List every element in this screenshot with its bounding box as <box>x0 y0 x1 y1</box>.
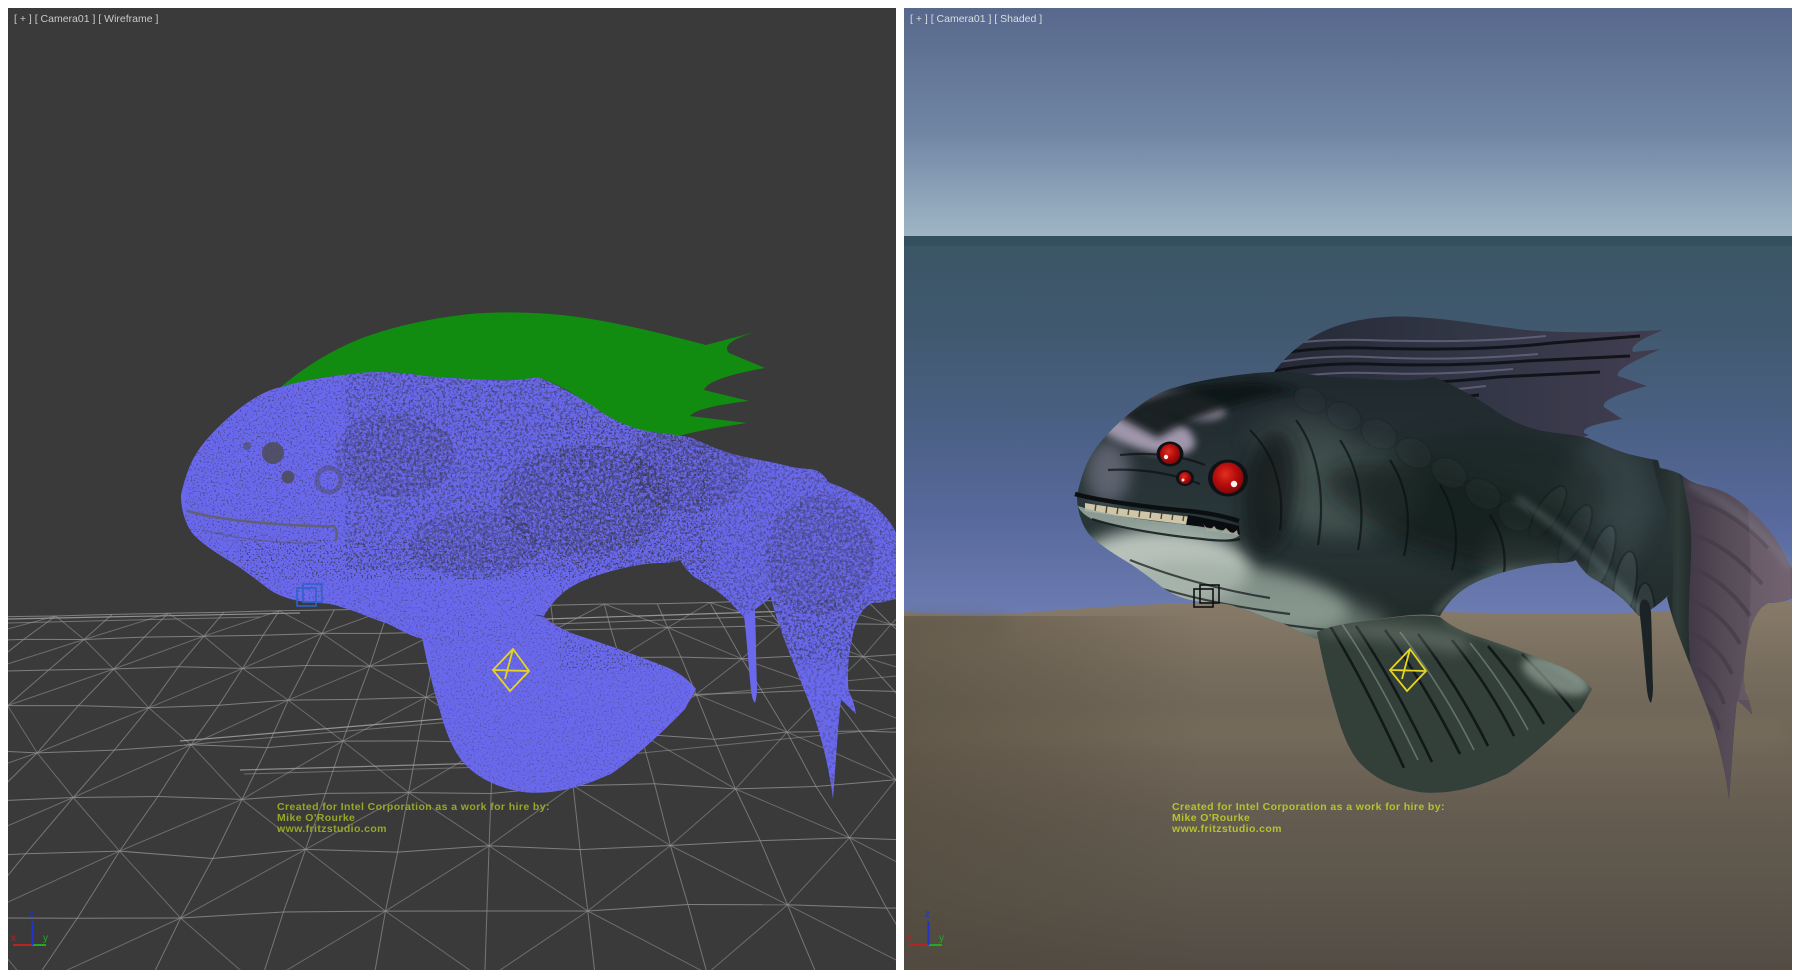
svg-text:z: z <box>29 909 34 920</box>
svg-text:y: y <box>43 933 48 944</box>
svg-text:www.fritzstudio.com: www.fritzstudio.com <box>1171 823 1282 835</box>
svg-text:y: y <box>939 933 944 944</box>
svg-text:x: x <box>11 933 16 944</box>
svg-text:x: x <box>907 933 912 944</box>
svg-text:z: z <box>925 909 930 920</box>
svg-text:www.fritzstudio.com: www.fritzstudio.com <box>276 823 387 835</box>
